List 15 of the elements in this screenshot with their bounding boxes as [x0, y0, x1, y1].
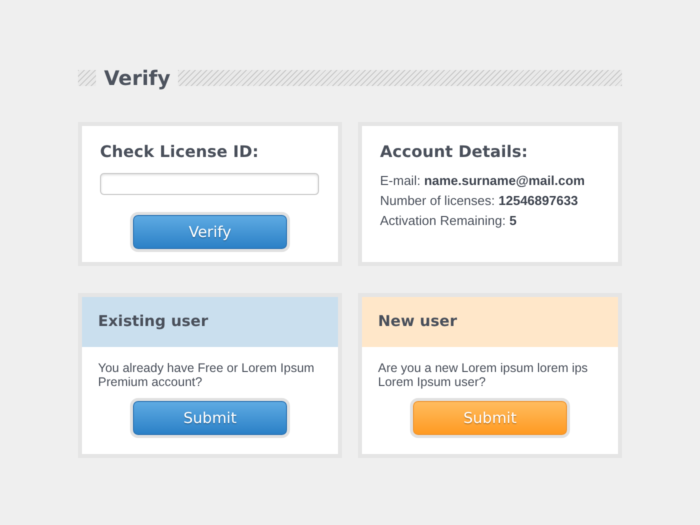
page-title: Verify — [104, 66, 170, 90]
card-heading: Account Details: — [380, 142, 529, 161]
submit-button[interactable]: Submit — [413, 401, 567, 435]
card-heading: Check License ID: — [100, 142, 260, 161]
user-description: You already have Free or Lorem Ipsum Premium account? — [98, 361, 316, 389]
user-card-header: New user — [362, 297, 618, 347]
account-detail: Activation Remaining: 5 — [380, 213, 518, 228]
user-description: Are you a new Lorem ipsum lorem ips Lorem Ipsum user? — [378, 361, 589, 389]
submit-button[interactable]: Submit — [133, 401, 287, 435]
license-id-field[interactable] — [100, 173, 319, 195]
verify-button[interactable]: Verify — [133, 215, 287, 249]
account-detail: E-mail: name.surname@mail.com — [380, 173, 586, 188]
hatch-band — [78, 70, 96, 86]
user-card-header: Existing user — [82, 297, 338, 347]
account-detail: Number of licenses: 12546897633 — [380, 193, 580, 208]
